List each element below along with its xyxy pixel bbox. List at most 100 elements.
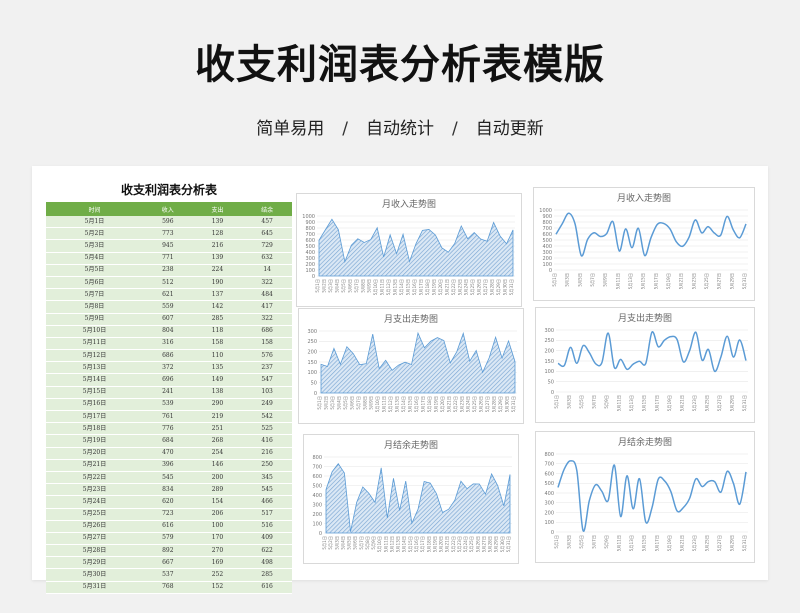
table-cell: 137 xyxy=(192,288,243,302)
table-cell: 142 xyxy=(192,300,243,314)
x-tick-label: 5月1日 xyxy=(554,535,560,549)
x-tick-label: 5月9日 xyxy=(369,396,375,410)
x-tick-label: 5月18日 xyxy=(426,536,432,552)
y-tick-label: 700 xyxy=(305,232,315,238)
y-tick-label: 150 xyxy=(544,359,554,365)
table-row: 5月12日 686 110 576 xyxy=(46,349,292,363)
table-header-row: 时间 收入 支出 结余 xyxy=(46,202,292,216)
table-cell: 620 xyxy=(142,495,193,509)
table-cell: 547 xyxy=(242,373,292,387)
x-tick-label: 5月25日 xyxy=(469,536,475,552)
y-tick-label: 0 xyxy=(551,390,554,396)
x-tick-label: 5月2日 xyxy=(328,536,334,550)
table-cell: 596 xyxy=(142,216,193,229)
table-cell: 289 xyxy=(192,483,243,497)
x-tick-label: 5月12日 xyxy=(388,396,394,412)
table-cell: 457 xyxy=(242,216,292,229)
y-tick-label: 250 xyxy=(544,338,554,344)
x-tick-label: 5月30日 xyxy=(503,279,509,295)
chart-title: 月支出走势图 xyxy=(384,313,438,325)
table-cell: 5月7日 xyxy=(46,288,143,302)
table-row: 5月28日 892 270 622 xyxy=(46,544,292,558)
table-cell: 5月29日 xyxy=(46,556,143,570)
table-row: 5月4日 771 139 632 xyxy=(46,252,292,265)
table-cell: 270 xyxy=(192,544,243,558)
y-tick-label: 900 xyxy=(542,214,552,220)
table-row: 5月2日 773 128 645 xyxy=(46,227,292,241)
x-tick-label: 5月13日 xyxy=(629,535,635,551)
table-cell: 396 xyxy=(142,459,193,472)
y-tick-label: 200 xyxy=(305,262,315,268)
y-tick-label: 0 xyxy=(312,274,315,280)
table-cell: 5月11日 xyxy=(46,337,143,351)
chart-svg: 月收入走势图 01002003004005006007008009001000 5月… xyxy=(539,192,748,289)
table-cell: 216 xyxy=(192,239,243,253)
table-cell: 224 xyxy=(192,264,243,277)
table-cell: 622 xyxy=(242,544,292,558)
x-tick-label: 5月5日 xyxy=(579,395,585,409)
chart-title: 月结余走势图 xyxy=(384,439,438,451)
table-row: 5月13日 372 135 237 xyxy=(46,361,292,375)
y-tick-label: 0 xyxy=(314,391,317,397)
tagline-item: 自动统计 xyxy=(366,119,434,139)
x-tick-label: 5月21日 xyxy=(444,279,450,295)
table-cell: 252 xyxy=(192,568,243,582)
x-tick-label: 5月3日 xyxy=(330,396,336,410)
table-row: 5月23日 834 289 545 xyxy=(46,483,292,497)
x-tick-label: 5月17日 xyxy=(654,395,660,411)
table-cell: 517 xyxy=(242,508,292,521)
table-cell: 285 xyxy=(242,568,292,582)
x-tick-label: 5月21日 xyxy=(679,273,685,289)
x-tick-label: 5月29日 xyxy=(494,536,500,552)
table-row: 5月24日 620 154 466 xyxy=(46,495,292,509)
x-tick-label: 5月8日 xyxy=(365,536,371,550)
x-tick-label: 5月20日 xyxy=(439,536,445,552)
x-tick-label: 5月26日 xyxy=(477,279,483,295)
table-cell: 241 xyxy=(142,386,193,399)
y-tick-label: 300 xyxy=(312,502,322,508)
tagline-item: 简单易用 xyxy=(256,119,325,139)
table-cell: 238 xyxy=(142,264,193,277)
x-tick-label: 5月7日 xyxy=(590,273,596,287)
table-cell: 100 xyxy=(192,520,243,533)
table-row: 5月20日 470 254 216 xyxy=(46,447,292,460)
y-tick-label: 400 xyxy=(542,244,552,250)
x-tick-label: 5月11日 xyxy=(615,273,621,289)
table-cell: 417 xyxy=(242,300,292,314)
x-tick-label: 5月13日 xyxy=(395,396,401,412)
x-tick-label: 5月11日 xyxy=(617,535,623,551)
x-tick-label: 5月9日 xyxy=(367,279,373,293)
tagline-separator: / xyxy=(452,119,458,139)
table-cell: 146 xyxy=(192,459,243,472)
table-row: 5月29日 667 169 498 xyxy=(46,556,292,570)
table-cell: 559 xyxy=(142,300,193,314)
x-tick-label: 5月31日 xyxy=(742,395,748,411)
table-cell: 250 xyxy=(242,459,292,472)
x-tick-label: 5月15日 xyxy=(408,396,414,412)
y-tick-label: 50 xyxy=(548,379,554,385)
x-tick-label: 5月22日 xyxy=(451,536,457,552)
table-cell: 576 xyxy=(242,349,292,363)
x-tick-label: 5月16日 xyxy=(412,279,418,295)
x-tick-label: 5月25日 xyxy=(472,396,478,412)
y-tick-label: 400 xyxy=(312,493,322,499)
table-cell: 372 xyxy=(142,361,193,375)
table-cell: 139 xyxy=(192,216,243,229)
table-row: 5月15日 241 138 103 xyxy=(46,386,292,399)
x-tick-label: 5月23日 xyxy=(457,279,463,295)
x-tick-label: 5月8日 xyxy=(360,279,366,293)
x-tick-label: 5月22日 xyxy=(453,396,459,412)
x-tick-label: 5月3日 xyxy=(328,279,334,293)
x-tick-label: 5月1日 xyxy=(317,396,323,410)
x-tick-label: 5月23日 xyxy=(457,536,463,552)
table-cell: 216 xyxy=(242,447,292,460)
table-cell: 645 xyxy=(242,227,292,241)
x-tick-label: 5月29日 xyxy=(729,273,735,289)
x-tick-label: 5月19日 xyxy=(667,535,673,551)
x-tick-label: 5月7日 xyxy=(354,279,360,293)
x-tick-label: 5月28日 xyxy=(488,536,494,552)
x-tick-label: 5月27日 xyxy=(481,536,487,552)
table-cell: 768 xyxy=(142,581,193,594)
y-tick-label: 50 xyxy=(311,380,317,386)
table-cell: 5月16日 xyxy=(46,398,143,412)
